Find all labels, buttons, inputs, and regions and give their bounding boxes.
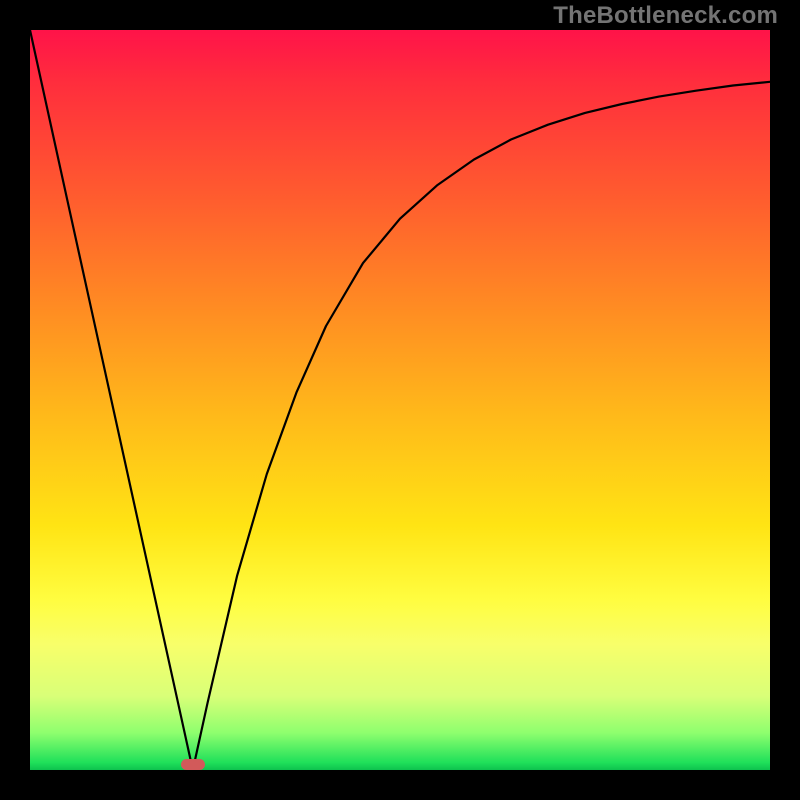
curve-path	[30, 30, 770, 770]
curve-svg	[30, 30, 770, 770]
minimum-marker	[181, 759, 205, 770]
chart-container: TheBottleneck.com	[0, 0, 800, 800]
plot-area	[30, 30, 770, 770]
watermark-text: TheBottleneck.com	[553, 2, 778, 30]
